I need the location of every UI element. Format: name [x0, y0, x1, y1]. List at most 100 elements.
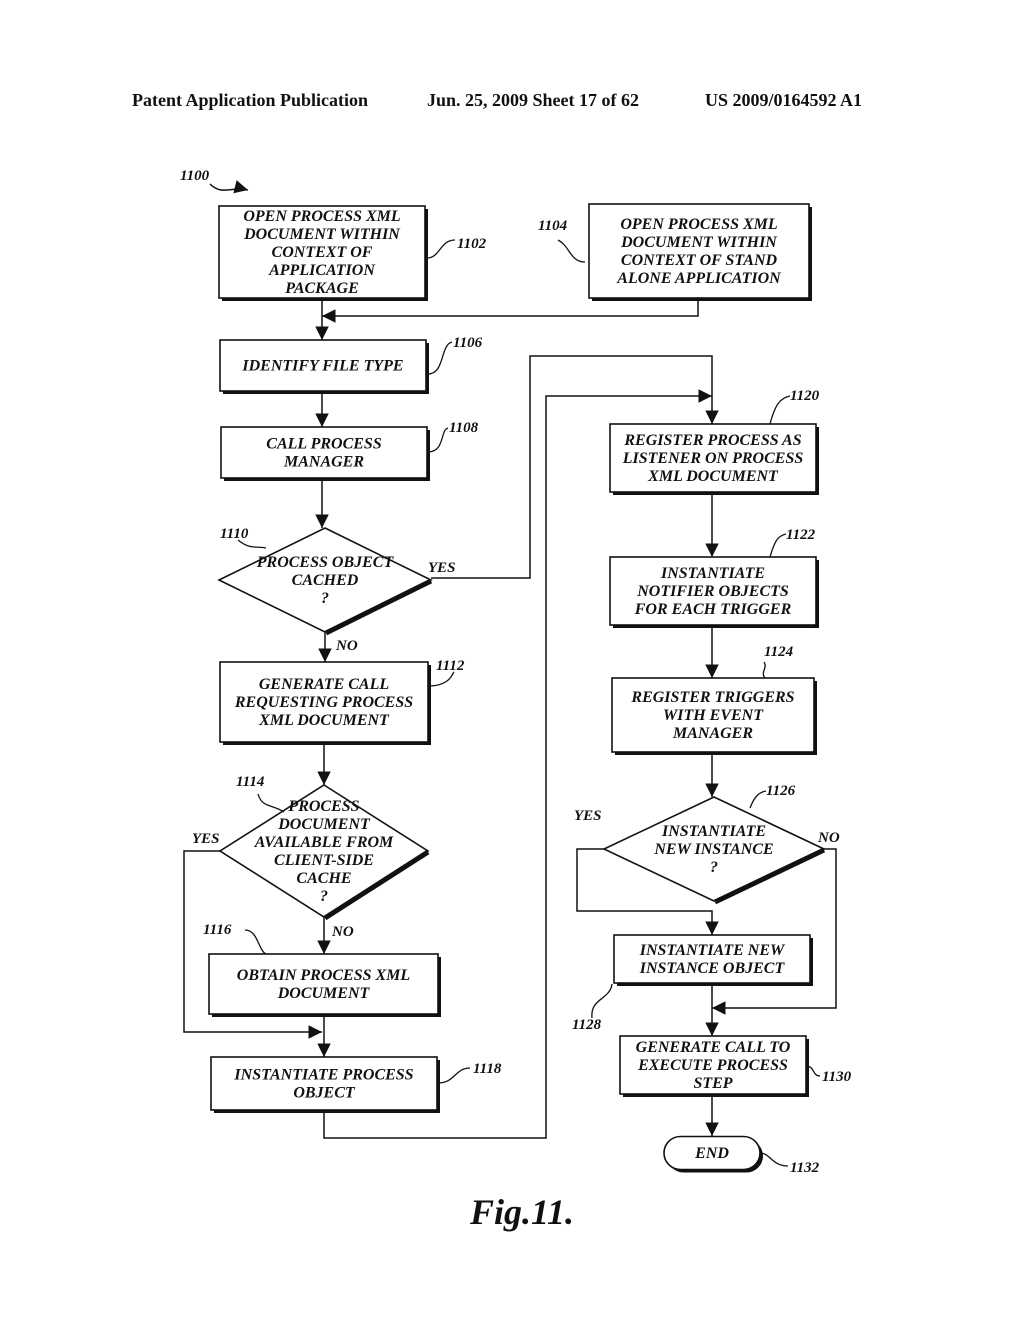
node-text-line: PACKAGE [284, 280, 359, 297]
node-text-line: INSTANTIATE PROCESS [233, 1067, 413, 1084]
ref-number: 1108 [449, 420, 479, 436]
ref-leader-1126 [749, 790, 767, 809]
node-text-line: APPLICATION [268, 262, 376, 279]
node-text-line: CONTEXT OF STAND [621, 252, 778, 269]
node-text-line: CACHED [292, 572, 359, 589]
node-text-line: NOTIFIER OBJECTS [636, 583, 789, 600]
process-box-1122: INSTANTIATENOTIFIER OBJECTSFOR EACH TRIG… [609, 556, 819, 628]
no-label: NO [817, 830, 840, 846]
node-text-line: NEW INSTANCE [653, 841, 773, 858]
node-text-line: GENERATE CALL TO [636, 1039, 791, 1056]
node-text-line: ? [320, 888, 328, 905]
box-border [208, 953, 439, 1015]
ref-leader-1116 [244, 929, 267, 955]
yes-label: YES [428, 560, 456, 576]
no-label: NO [331, 924, 354, 940]
node-text-line: GENERATE CALL [259, 676, 389, 693]
ref-leader-1118 [437, 1067, 471, 1084]
ref-number: 1114 [236, 774, 265, 790]
process-box-1120: REGISTER PROCESS ASLISTENER ON PROCESSXM… [609, 423, 819, 495]
ref-leader-1128 [591, 983, 613, 1019]
process-box-1128: INSTANTIATE NEWINSTANCE OBJECT [613, 934, 813, 986]
ref-leader-1124 [762, 661, 766, 679]
process-box-1112: GENERATE CALLREQUESTING PROCESSXML DOCUM… [219, 661, 431, 745]
ref-number: 1112 [436, 658, 465, 674]
process-box-1102: OPEN PROCESS XMLDOCUMENT WITHINCONTEXT O… [218, 205, 428, 301]
figure-ref-arrow [209, 180, 249, 194]
node-text-line: WITH EVENT [663, 707, 764, 724]
process-box-1106: IDENTIFY FILE TYPE [219, 339, 429, 394]
ref-leader-1132 [759, 1152, 789, 1167]
node-text-line: REGISTER PROCESS AS [623, 432, 801, 449]
ref-number: 1128 [572, 1017, 602, 1033]
ref-leader-1120 [769, 395, 791, 425]
yes-label: YES [192, 831, 220, 847]
ref-number: 1118 [473, 1061, 502, 1077]
process-box-1104: OPEN PROCESS XMLDOCUMENT WITHINCONTEXT O… [588, 203, 812, 301]
process-box-1108: CALL PROCESSMANAGER [220, 426, 430, 481]
node-text-line: CLIENT-SIDE [274, 852, 374, 869]
node-text-line: OPEN PROCESS XML [620, 216, 778, 233]
flowchart: OPEN PROCESS XMLDOCUMENT WITHINCONTEXT O… [180, 168, 852, 1232]
node-text-line: AVAILABLE FROM [254, 834, 394, 851]
node-text-line: FOR EACH TRIGGER [634, 601, 792, 618]
ref-number: 1120 [790, 388, 820, 404]
node-text-line: PROCESS OBJECT [256, 554, 395, 571]
node-text-line: ALONE APPLICATION [616, 270, 782, 287]
ref-number: 1122 [786, 527, 816, 543]
ref-leader-1112 [427, 671, 455, 687]
process-box-1130: GENERATE CALL TOEXECUTE PROCESSSTEP [619, 1035, 809, 1097]
node-text-line: EXECUTE PROCESS [637, 1057, 788, 1074]
node-text-line: CONTEXT OF [272, 244, 373, 261]
node-text-line: INSTANTIATE [661, 823, 766, 840]
ref-number: 1132 [790, 1160, 820, 1176]
node-text-line: CACHE [296, 870, 351, 887]
no-label: NO [335, 638, 358, 654]
ref-leader-1122 [769, 533, 787, 558]
node-text-line: MANAGER [672, 725, 753, 742]
node-text-line: DOCUMENT WITHIN [620, 234, 778, 251]
node-text-line: OBJECT [293, 1085, 356, 1102]
decision-diamond-1110: PROCESS OBJECTCACHED? [217, 527, 433, 636]
box-border [210, 1056, 438, 1111]
shapes: OPEN PROCESS XMLDOCUMENT WITHINCONTEXT O… [208, 203, 826, 1173]
node-text-line: REQUESTING PROCESS [234, 694, 413, 711]
node-text-line: END [694, 1145, 729, 1162]
ref-leader-1106 [427, 341, 453, 375]
node-text-line: CALL PROCESS [266, 436, 382, 453]
ref-number: 1124 [764, 644, 794, 660]
figure-caption: Fig.11. [469, 1192, 574, 1232]
ref-number: 1126 [766, 783, 796, 799]
node-text-line: ? [321, 590, 329, 607]
node-text-line: MANAGER [283, 454, 364, 471]
yes-label: YES [574, 808, 602, 824]
node-text-line: IDENTIFY FILE TYPE [241, 358, 403, 375]
node-text-line: INSTANTIATE NEW [639, 942, 786, 959]
ref-leader-1114 [257, 793, 285, 813]
ref-number: 1102 [457, 236, 487, 252]
node-text-line: ? [710, 859, 718, 876]
decision-diamond-1126: INSTANTIATENEW INSTANCE? [602, 796, 826, 905]
node-text-line: DOCUMENT [277, 816, 371, 833]
process-box-1124: REGISTER TRIGGERSWITH EVENTMANAGER [611, 677, 817, 755]
ref-number: 1116 [203, 922, 232, 938]
connector-1118-1120 [323, 389, 712, 1139]
ref-leader-1102 [426, 239, 456, 259]
node-text-line: OPEN PROCESS XML [243, 208, 401, 225]
node-text-line: OBTAIN PROCESS XML [237, 967, 411, 984]
node-text-line: DOCUMENT [277, 985, 371, 1002]
ref-number: 1106 [453, 335, 483, 351]
ref-number: 1130 [822, 1069, 852, 1085]
ref-number: 1110 [220, 526, 249, 542]
process-box-1116: OBTAIN PROCESS XMLDOCUMENT [208, 953, 441, 1017]
node-text-line: PROCESS [287, 798, 359, 815]
ref-leader-1108 [427, 427, 449, 453]
ref-number: 1104 [538, 218, 568, 234]
process-box-1118: INSTANTIATE PROCESSOBJECT [210, 1056, 440, 1113]
node-text-line: LISTENER ON PROCESS [622, 450, 804, 467]
node-text-line: REGISTER TRIGGERS [630, 689, 794, 706]
node-text-line: XML DOCUMENT [258, 712, 390, 729]
node-text-line: INSTANTIATE [660, 565, 765, 582]
terminal-1132: END [663, 1135, 763, 1173]
node-text-line: INSTANCE OBJECT [639, 960, 786, 977]
